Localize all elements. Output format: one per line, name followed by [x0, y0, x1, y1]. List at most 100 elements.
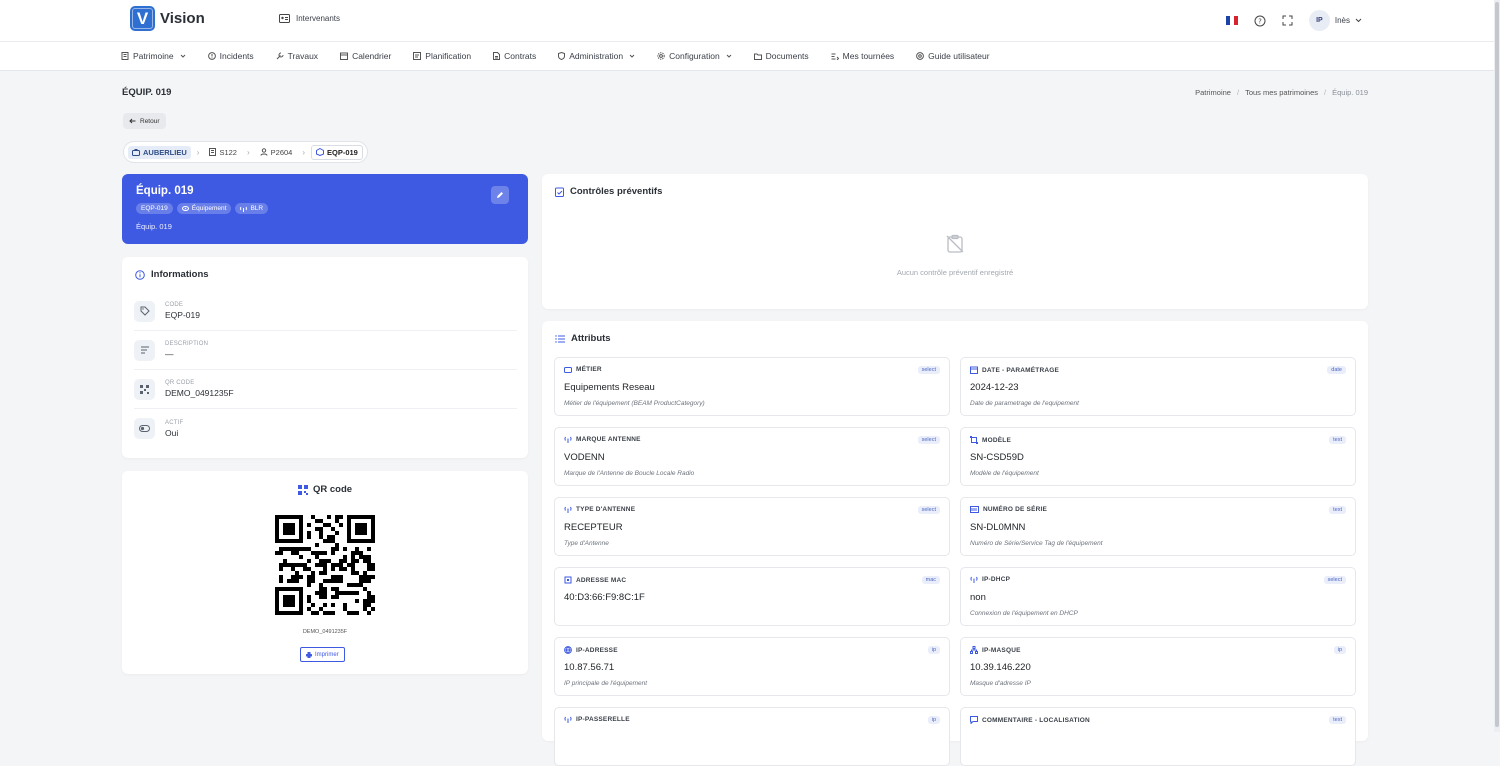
toggle-icon [134, 418, 155, 439]
back-button[interactable]: Retour [123, 113, 166, 129]
breadcrumb-item[interactable]: Patrimoine [1195, 88, 1231, 97]
globe-icon [564, 646, 572, 654]
antenna-icon [564, 716, 572, 723]
folder-icon [753, 53, 762, 60]
attribute-value: VODENN [564, 452, 605, 463]
avatar: IP [1308, 10, 1330, 31]
calendar-icon [970, 366, 978, 374]
info-value: — [165, 349, 174, 359]
comment-icon [970, 716, 978, 724]
nav-label: Documents [765, 51, 809, 61]
info-value: DEMO_0491235F [165, 388, 234, 398]
tag-icon [134, 300, 155, 322]
attribute-card: NUMÉRO DE SÉRIE text SN-DL0MNN Numéro de Sé… [960, 497, 1356, 556]
info-icon [135, 269, 145, 280]
shield-icon [558, 52, 566, 60]
logo-mark: V [130, 6, 155, 31]
arrow-left-icon [129, 118, 136, 124]
attribute-type-badge: select [917, 506, 940, 514]
list-icon [555, 334, 565, 343]
qr-code-text: DEMO_0491235F [302, 629, 348, 635]
svg-text:?: ? [1258, 17, 1262, 25]
app-logo[interactable]: V Vision [130, 6, 205, 31]
path-equipment[interactable]: EQP-019 [311, 144, 363, 160]
help-icon [916, 52, 925, 60]
category-tag: BLR [235, 203, 269, 214]
nav-label: Administration [569, 51, 624, 61]
nav-item-mes-tournées[interactable]: Mes tournées [831, 51, 894, 61]
attribute-type-badge: mac [921, 576, 940, 584]
serial-icon [970, 506, 979, 513]
antenna-icon [970, 576, 978, 583]
fullscreen-icon[interactable] [1282, 15, 1293, 26]
code-tag: EQP-019 [136, 203, 173, 214]
building-icon [121, 52, 129, 60]
qr-code-image [275, 515, 375, 615]
attribute-value: non [970, 592, 986, 603]
contract-icon [493, 52, 501, 60]
alert-icon [207, 52, 216, 60]
attribute-description: Masque d'adresse IP [970, 680, 1031, 687]
attribute-card: MODÈLE text SN-CSD59D Modèle de l'équipemen… [960, 427, 1356, 486]
attribute-label: MARQUE ANTENNE [576, 436, 641, 443]
help-circle-icon[interactable]: ? [1254, 15, 1266, 27]
attribute-card: MARQUE ANTENNE select VODENN Marque de l'An… [554, 427, 950, 486]
nav-label: Planification [425, 51, 472, 61]
informations-title: Informations [151, 269, 209, 280]
wrench-icon [276, 52, 284, 60]
breadcrumb-item[interactable]: Tous mes patrimoines [1245, 88, 1318, 97]
attribute-description: Marque de l'Antenne de Boucle Locale Rad… [564, 470, 695, 477]
user-menu[interactable]: IP Inès [1308, 10, 1362, 31]
breadcrumb: Patrimoine / Tous mes patrimoines / Équip.… [1195, 88, 1368, 97]
intervenants-link[interactable]: Intervenants [279, 14, 340, 23]
type-tag-label: Équipement [191, 205, 227, 212]
attributes-title: Attributs [571, 333, 611, 344]
model-icon [970, 436, 978, 444]
nav-item-travaux[interactable]: Travaux [276, 51, 318, 61]
page-title: ÉQUIP. 019 [122, 87, 172, 98]
attribute-label: IP-PASSERELLE [576, 716, 630, 723]
person-icon [260, 148, 268, 156]
nav-item-guide-utilisateur[interactable]: Guide utilisateur [916, 51, 990, 61]
attribute-label: IP-DHCP [982, 576, 1011, 583]
nav-item-incidents[interactable]: Incidents [207, 51, 254, 61]
nav-label: Calendrier [352, 51, 392, 61]
print-button[interactable]: Imprimer [300, 647, 345, 662]
nav-item-patrimoine[interactable]: Patrimoine [121, 51, 186, 61]
eye-icon [181, 206, 189, 211]
text-lines-icon [134, 339, 155, 361]
antenna-icon [564, 436, 572, 443]
nav-item-planification[interactable]: Planification [413, 51, 471, 61]
nav-item-calendrier[interactable]: Calendrier [340, 51, 391, 61]
attribute-card: IP-PASSERELLE ip [554, 707, 950, 766]
attribute-label: IP-MASQUE [982, 646, 1021, 654]
attribute-type-badge: text [1329, 436, 1346, 444]
attribute-card: MÉTIER select Equipements Reseau Métier de … [554, 357, 950, 416]
clipboard-check-icon [555, 187, 564, 197]
nav-item-configuration[interactable]: Configuration [657, 51, 732, 61]
attribute-card: IP-MASQUE ip 10.39.146.220 Masque d'adresse… [960, 637, 1356, 696]
nav-label: Contrats [504, 51, 537, 61]
attribute-description: Date de parametrage de l'equipement [970, 400, 1079, 407]
calendar-icon [340, 52, 349, 60]
info-label: QR CODE [165, 380, 195, 386]
attribute-card: COMMENTAIRE - LOCALISATION text [960, 707, 1356, 766]
path-building[interactable]: S122 [205, 146, 241, 159]
nav-item-administration[interactable]: Administration [558, 51, 635, 61]
pencil-icon [496, 191, 504, 199]
attribute-type-badge: text [1329, 716, 1346, 724]
edit-button[interactable] [491, 186, 509, 204]
page-scrollbar[interactable] [1494, 0, 1500, 732]
path-site[interactable]: AUBERLIEU [128, 145, 191, 159]
nav-item-contrats[interactable]: Contrats [493, 51, 536, 61]
path-room[interactable]: P2604 [256, 146, 297, 159]
attribute-type-badge: text [1329, 506, 1346, 514]
qr-icon [134, 378, 155, 400]
language-flag-icon[interactable] [1225, 16, 1238, 25]
attribute-label: ADRESSE MAC [576, 576, 627, 584]
nav-item-documents[interactable]: Documents [753, 51, 809, 61]
attribute-label: COMMENTAIRE - LOCALISATION [982, 716, 1090, 724]
attribute-type-badge: select [1323, 576, 1346, 584]
preventive-controls-card: Contrôles préventifs Aucun contrôle prév… [542, 174, 1368, 309]
network-icon [970, 646, 978, 654]
